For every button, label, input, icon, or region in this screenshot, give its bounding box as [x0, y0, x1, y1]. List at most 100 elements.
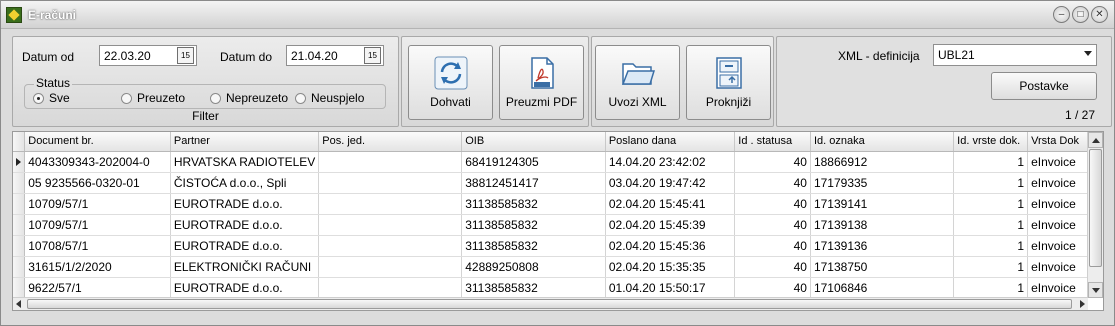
table-cell[interactable]: 01.04.20 15:50:17 — [605, 277, 736, 298]
table-cell[interactable] — [318, 277, 463, 298]
column-header[interactable]: Id. oznaka — [810, 132, 955, 152]
table-cell[interactable]: 1 — [953, 256, 1029, 278]
table-cell[interactable]: HRVATSKA RADIOTELEV — [170, 151, 320, 173]
horizontal-scrollbar[interactable] — [13, 297, 1088, 310]
row-header[interactable] — [13, 235, 26, 257]
column-header[interactable]: Vrsta Dok — [1027, 132, 1088, 152]
table-cell[interactable]: 02.04.20 15:45:41 — [605, 193, 736, 215]
scroll-down-button[interactable] — [1088, 282, 1103, 298]
table-cell[interactable]: eInvoice — [1027, 256, 1088, 278]
column-header[interactable]: Partner — [170, 132, 320, 152]
post-button[interactable]: Proknjiži — [686, 45, 771, 120]
table-cell[interactable]: ČISTOĆA d.o.o., Spli — [170, 172, 320, 194]
column-header[interactable]: Id . statusa — [734, 132, 811, 152]
download-pdf-button[interactable]: Preuzmi PDF — [499, 45, 584, 120]
xml-definition-select[interactable]: UBL21 — [933, 44, 1097, 66]
table-cell[interactable]: eInvoice — [1027, 235, 1088, 257]
table-cell[interactable]: 1 — [953, 172, 1029, 194]
status-radio-not-downloaded[interactable]: Nepreuzeto — [210, 91, 288, 105]
table-cell[interactable]: eInvoice — [1027, 277, 1088, 298]
table-row[interactable]: 10708/57/1 EUROTRADE d.o.o. 31138585832 02.… — [13, 235, 1088, 257]
date-from-calendar-icon[interactable]: 15 — [177, 47, 194, 64]
table-cell[interactable]: 17138750 — [810, 256, 955, 278]
table-cell[interactable]: 68419124305 — [461, 151, 606, 173]
table-cell[interactable]: 31138585832 — [461, 214, 606, 236]
table-row[interactable]: 4043309343-202004-0 HRVATSKA RADIOTELEV 68… — [13, 151, 1088, 173]
table-cell[interactable]: 38812451417 — [461, 172, 606, 194]
table-cell[interactable]: 17179335 — [810, 172, 955, 194]
status-radio-failed[interactable]: Neuspjelo — [295, 91, 364, 105]
table-cell[interactable]: 1 — [953, 151, 1029, 173]
horizontal-scroll-thumb[interactable] — [27, 299, 1072, 309]
fetch-button[interactable]: Dohvati — [408, 45, 493, 120]
vertical-scroll-thumb[interactable] — [1089, 149, 1102, 267]
table-cell[interactable] — [318, 172, 463, 194]
row-header[interactable] — [13, 193, 26, 215]
row-header[interactable] — [13, 214, 26, 236]
status-radio-all[interactable]: Sve — [33, 91, 70, 105]
table-cell[interactable]: 40 — [734, 277, 811, 298]
table-cell[interactable] — [318, 151, 463, 173]
table-cell[interactable]: 31615/1/2/2020 — [24, 256, 171, 278]
status-radio-downloaded[interactable]: Preuzeto — [121, 91, 185, 105]
scroll-up-button[interactable] — [1088, 132, 1103, 148]
table-cell[interactable]: 10709/57/1 — [24, 193, 171, 215]
table-cell[interactable]: 40 — [734, 256, 811, 278]
table-cell[interactable]: 17139138 — [810, 214, 955, 236]
close-icon[interactable]: ✕ — [1091, 6, 1108, 23]
table-cell[interactable]: 1 — [953, 193, 1029, 215]
column-header[interactable]: OIB — [461, 132, 606, 152]
table-cell[interactable]: eInvoice — [1027, 193, 1088, 215]
table-cell[interactable]: 40 — [734, 214, 811, 236]
table-cell[interactable]: 31138585832 — [461, 277, 606, 298]
table-cell[interactable]: EUROTRADE d.o.o. — [170, 235, 320, 257]
title-bar[interactable]: E-računi – □ ✕ — [1, 1, 1114, 29]
row-header[interactable] — [13, 277, 26, 298]
table-cell[interactable]: 31138585832 — [461, 235, 606, 257]
column-header[interactable]: Poslano dana — [605, 132, 736, 152]
table-cell[interactable]: 02.04.20 15:45:39 — [605, 214, 736, 236]
table-cell[interactable]: 40 — [734, 193, 811, 215]
table-cell[interactable]: 31138585832 — [461, 193, 606, 215]
scroll-left-icon[interactable] — [16, 300, 21, 308]
table-cell[interactable]: EUROTRADE d.o.o. — [170, 214, 320, 236]
table-cell[interactable]: eInvoice — [1027, 172, 1088, 194]
settings-button[interactable]: Postavke — [991, 72, 1097, 100]
table-cell[interactable]: 4043309343-202004-0 — [24, 151, 171, 173]
import-xml-button[interactable]: Uvozi XML — [595, 45, 680, 120]
date-to-calendar-icon[interactable]: 15 — [364, 47, 381, 64]
row-header[interactable] — [13, 256, 26, 278]
table-cell[interactable]: 18866912 — [810, 151, 955, 173]
table-cell[interactable]: 02.04.20 15:35:35 — [605, 256, 736, 278]
maximize-icon[interactable]: □ — [1072, 6, 1089, 23]
column-header[interactable]: Id. vrste dok. — [953, 132, 1029, 152]
row-header[interactable] — [13, 151, 26, 173]
minimize-icon[interactable]: – — [1053, 6, 1070, 23]
table-cell[interactable]: 02.04.20 15:45:36 — [605, 235, 736, 257]
table-cell[interactable]: 9622/57/1 — [24, 277, 171, 298]
table-cell[interactable]: 14.04.20 23:42:02 — [605, 151, 736, 173]
column-header[interactable]: Document br. — [24, 132, 171, 152]
table-cell[interactable]: 05 9235566-0320-01 — [24, 172, 171, 194]
table-row[interactable]: 10709/57/1 EUROTRADE d.o.o. 31138585832 02.… — [13, 193, 1088, 215]
column-header[interactable]: Pos. jed. — [318, 132, 463, 152]
table-cell[interactable]: 40 — [734, 235, 811, 257]
table-cell[interactable]: EUROTRADE d.o.o. — [170, 277, 320, 298]
table-row[interactable]: 9622/57/1 EUROTRADE d.o.o. 31138585832 01.0… — [13, 277, 1088, 298]
table-cell[interactable]: ELEKTRONIČKI RAČUNI — [170, 256, 320, 278]
table-cell[interactable]: 10709/57/1 — [24, 214, 171, 236]
table-cell[interactable]: 1 — [953, 277, 1029, 298]
table-cell[interactable] — [318, 214, 463, 236]
table-row[interactable]: 10709/57/1 EUROTRADE d.o.o. 31138585832 02.… — [13, 214, 1088, 236]
table-cell[interactable]: 40 — [734, 172, 811, 194]
table-cell[interactable]: 17139136 — [810, 235, 955, 257]
table-cell[interactable]: EUROTRADE d.o.o. — [170, 193, 320, 215]
row-header[interactable] — [13, 172, 26, 194]
table-cell[interactable]: 42889250808 — [461, 256, 606, 278]
vertical-scrollbar[interactable] — [1087, 132, 1103, 298]
table-cell[interactable] — [318, 235, 463, 257]
table-row[interactable]: 31615/1/2/2020 ELEKTRONIČKI RAČUNI 4288925… — [13, 256, 1088, 278]
table-cell[interactable] — [318, 256, 463, 278]
table-cell[interactable] — [318, 193, 463, 215]
table-row[interactable]: 05 9235566-0320-01 ČISTOĆA d.o.o., Spli 38… — [13, 172, 1088, 194]
